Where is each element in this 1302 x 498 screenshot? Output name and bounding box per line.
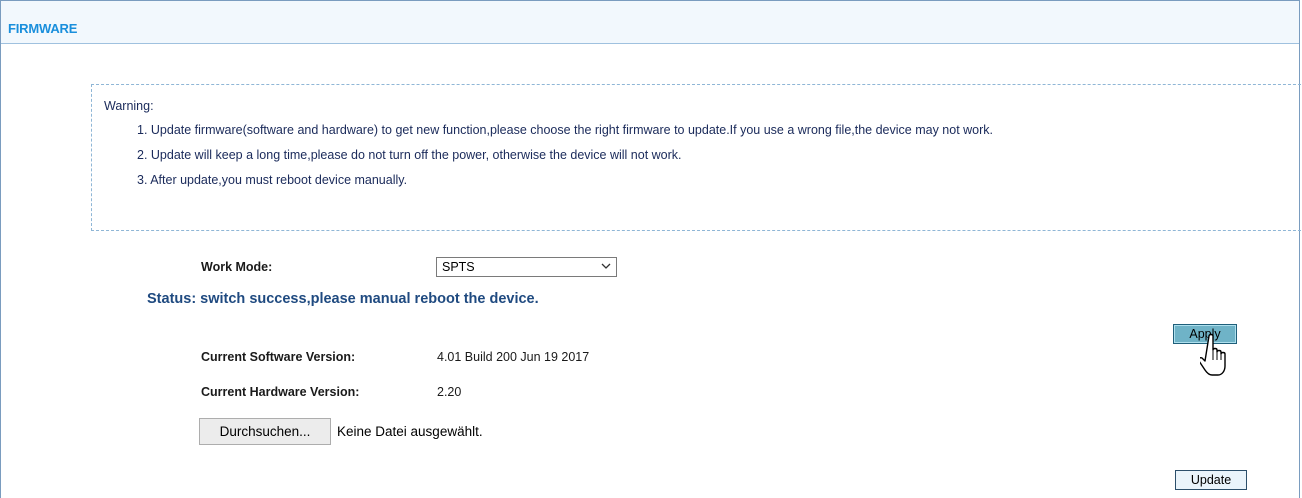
- warning-title: Warning:: [104, 99, 154, 113]
- browse-button[interactable]: Durchsuchen...: [199, 418, 331, 445]
- warning-line: 1. Update firmware(software and hardware…: [137, 123, 993, 137]
- software-version-value: 4.01 Build 200 Jun 19 2017: [437, 350, 590, 364]
- hardware-version-label: Current Hardware Version:: [201, 385, 360, 399]
- firmware-panel: FIRMWARE Warning: 1. Update firmware(sof…: [0, 0, 1302, 498]
- page-title: FIRMWARE: [8, 21, 78, 36]
- work-mode-label: Work Mode:: [201, 260, 273, 274]
- panel-header: FIRMWARE: [1, 1, 1299, 44]
- work-mode-value: SPTS: [442, 260, 475, 274]
- file-status: Keine Datei ausgewählt.: [337, 424, 483, 439]
- work-mode-select[interactable]: SPTS: [436, 257, 617, 277]
- warning-line: 3. After update,you must reboot device m…: [137, 173, 408, 187]
- update-button[interactable]: Update: [1175, 470, 1247, 490]
- hand-cursor-icon: [1200, 333, 1226, 376]
- chevron-down-icon: [601, 263, 611, 269]
- warning-box: Warning: 1. Update firmware(software and…: [91, 84, 1302, 231]
- software-version-label: Current Software Version:: [201, 350, 356, 364]
- status-message: Status: switch success,please manual reb…: [147, 291, 539, 307]
- warning-line: 2. Update will keep a long time,please d…: [137, 148, 682, 162]
- hardware-version-value: 2.20: [437, 385, 462, 399]
